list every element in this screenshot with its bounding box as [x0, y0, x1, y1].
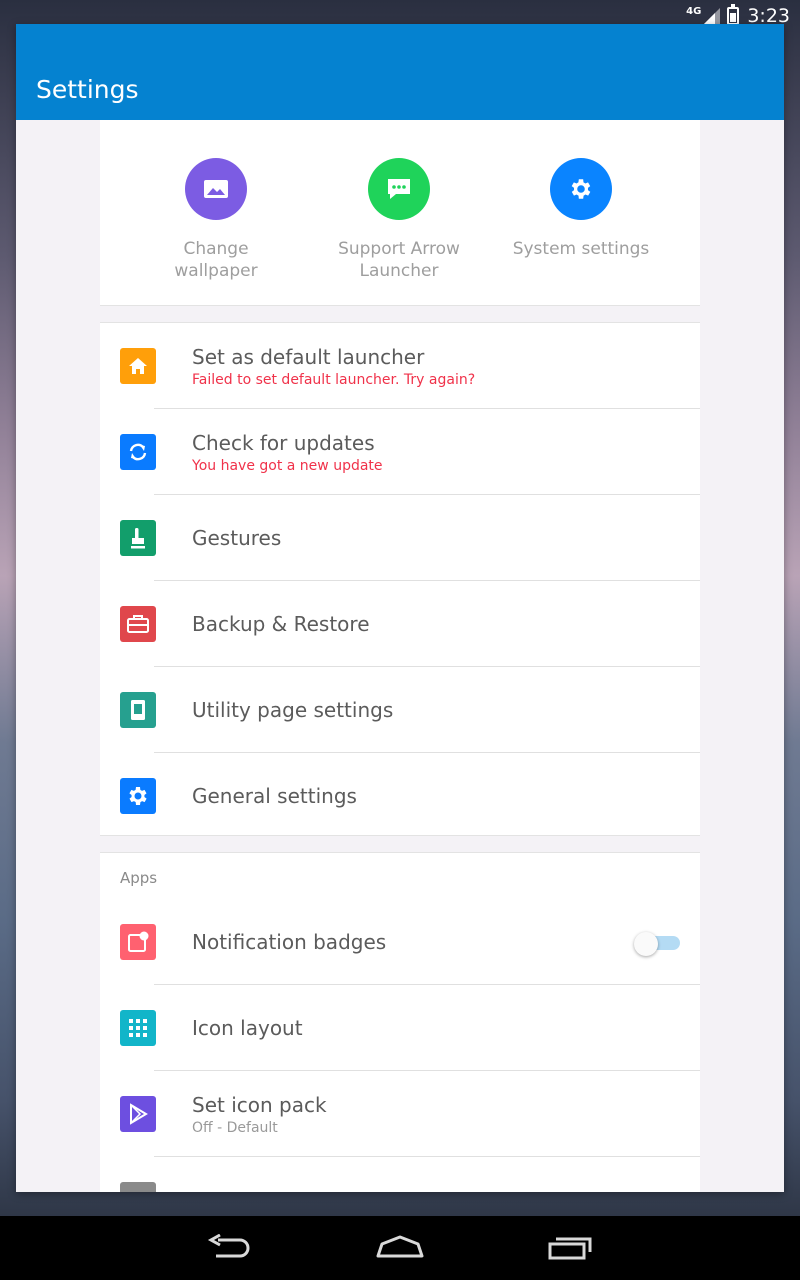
recents-icon — [548, 1237, 592, 1260]
grid-icon — [120, 1010, 156, 1046]
signal-icon — [704, 8, 721, 24]
play-store-icon — [120, 1096, 156, 1132]
setting-default-launcher[interactable]: Set as default launcher Failed to set de… — [100, 323, 700, 409]
quick-actions-card: Change wallpaper Support Arrow Launcher — [100, 120, 700, 306]
gear-icon — [120, 778, 156, 814]
setting-title: Icon layout — [192, 1016, 303, 1040]
badge-icon — [120, 924, 156, 960]
apps-settings-card: Apps Notification badges Icon layout Set… — [100, 852, 700, 1192]
recents-button[interactable] — [485, 1216, 655, 1280]
cutoff-setting-icon — [120, 1182, 156, 1192]
setting-general[interactable]: General settings — [100, 753, 700, 839]
support-label-1: Support Arrow — [338, 239, 460, 259]
section-header-apps: Apps — [120, 869, 158, 887]
settings-list-card: Set as default launcher Failed to set de… — [100, 322, 700, 836]
change-wallpaper-label-2: wallpaper — [174, 261, 258, 281]
setting-title: Set icon pack — [192, 1092, 327, 1117]
setting-title: Set as default launcher — [192, 344, 425, 369]
setting-title: Gestures — [192, 526, 282, 550]
notification-badges-toggle[interactable] — [634, 932, 680, 956]
setting-partially-hidden[interactable] — [100, 1157, 700, 1192]
chat-icon — [368, 158, 430, 220]
setting-title: Check for updates — [192, 430, 375, 455]
sync-icon — [120, 434, 156, 470]
settings-window: Settings Change wallpaper Support Arrow … — [16, 24, 784, 1192]
setting-title: Notification badges — [192, 930, 387, 954]
page-title: Settings — [36, 75, 139, 104]
toolbox-icon — [120, 606, 156, 642]
home-icon — [120, 348, 156, 384]
home-button[interactable] — [315, 1216, 485, 1280]
setting-title: General settings — [192, 784, 357, 808]
setting-subtitle: Off - Default — [192, 1119, 278, 1136]
setting-check-updates[interactable]: Check for updates You have got a new upd… — [100, 409, 700, 495]
navigation-bar — [0, 1216, 800, 1280]
back-button[interactable] — [145, 1216, 315, 1280]
home-nav-icon — [376, 1235, 424, 1258]
toggle-thumb — [634, 932, 658, 956]
back-icon — [207, 1234, 250, 1258]
change-wallpaper-button[interactable]: Change wallpaper — [125, 158, 307, 282]
setting-subtitle: Failed to set default launcher. Try agai… — [192, 371, 476, 388]
support-arrow-launcher-button[interactable]: Support Arrow Launcher — [308, 158, 490, 282]
setting-utility-page[interactable]: Utility page settings — [100, 667, 700, 753]
setting-gestures[interactable]: Gestures — [100, 495, 700, 581]
setting-backup-restore[interactable]: Backup & Restore — [100, 581, 700, 667]
setting-icon-pack[interactable]: Set icon pack Off - Default — [100, 1071, 700, 1157]
image-icon — [185, 158, 247, 220]
gear-icon — [550, 158, 612, 220]
page-icon — [120, 692, 156, 728]
setting-title: Backup & Restore — [192, 612, 370, 636]
battery-icon — [727, 4, 740, 25]
support-label-2: Launcher — [359, 261, 439, 281]
setting-title: Utility page settings — [192, 698, 394, 722]
setting-notification-badges[interactable]: Notification badges — [100, 899, 700, 985]
app-bar: Settings — [16, 24, 784, 120]
network-type: 4G — [686, 5, 702, 17]
gesture-hand-icon — [120, 520, 156, 556]
system-settings-label: System settings — [512, 239, 650, 259]
system-settings-button[interactable]: System settings — [490, 158, 672, 260]
setting-icon-layout[interactable]: Icon layout — [100, 985, 700, 1071]
setting-subtitle: You have got a new update — [192, 457, 383, 474]
change-wallpaper-label-1: Change — [183, 239, 249, 259]
